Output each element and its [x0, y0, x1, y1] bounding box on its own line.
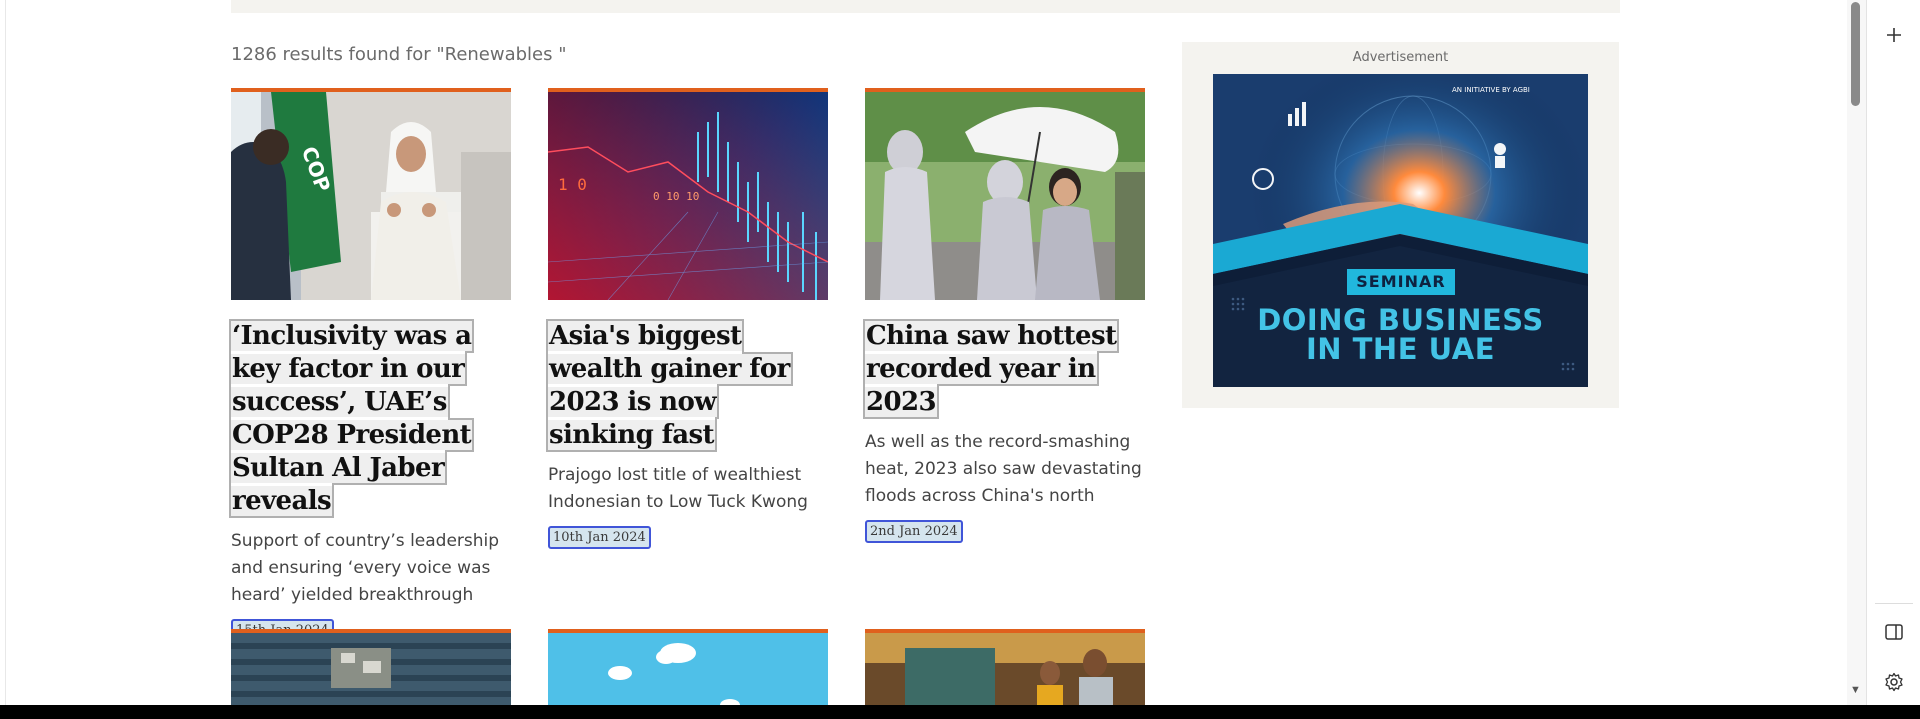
vertical-scrollbar[interactable]: ▼	[1847, 0, 1866, 705]
article-thumbnail[interactable]	[865, 629, 1145, 705]
scroll-down-arrow-icon[interactable]: ▼	[1850, 684, 1861, 696]
page-viewport: 1286 results found for "Renewables " COP	[0, 0, 1920, 705]
article-thumbnail[interactable]: COP	[231, 88, 511, 300]
article-thumbnail[interactable]	[231, 629, 511, 705]
advertisement-seminar-tag: SEMINAR	[1347, 269, 1455, 295]
article-headline[interactable]: ‘Inclusivity was a key factor in our suc…	[228, 319, 511, 518]
scrollbar-thumb[interactable]	[1851, 2, 1860, 106]
article-headline[interactable]: China saw hottest recorded year in 2023	[862, 319, 1145, 419]
article-date: 10th Jan 2024	[548, 526, 651, 549]
advertisement-label: Advertisement	[1352, 50, 1449, 65]
article-headline[interactable]: Asia's biggest wealth gainer for 2023 is…	[546, 319, 828, 452]
side-panel-divider	[1875, 603, 1913, 604]
svg-text:1 0: 1 0	[558, 175, 587, 194]
search-header-strip	[231, 0, 1620, 13]
article-thumbnail[interactable]: 1 0 0 10 10	[548, 88, 828, 300]
left-window-edge	[0, 0, 6, 705]
split-view-icon[interactable]	[1881, 619, 1907, 645]
article-description: Prajogo lost title of wealthiest Indones…	[548, 465, 808, 512]
settings-gear-icon[interactable]	[1881, 669, 1907, 695]
results-count-text: 1286 results found for "Renewables "	[231, 44, 567, 65]
plus-icon[interactable]	[1881, 22, 1907, 48]
advertisement-banner[interactable]: AN INITIATIVE BY AGBI SEMINAR DOING BUSI…	[1213, 74, 1588, 387]
advertisement-box: Advertisement AN INITIATIVE BY AGBI SEMI…	[1182, 42, 1619, 408]
article-thumbnail[interactable]	[865, 88, 1145, 300]
advertisement-headline-line: IN THE UAE	[1305, 332, 1496, 366]
svg-text:0 10 10: 0 10 10	[653, 190, 699, 203]
article-date: 2nd Jan 2024	[865, 520, 963, 543]
article-description: As well as the record-smashing heat, 202…	[865, 432, 1142, 506]
advertisement-headline-line: DOING BUSINESS	[1257, 303, 1544, 337]
advertisement-headline: DOING BUSINESS IN THE UAE	[1213, 306, 1588, 364]
browser-side-panel	[1866, 0, 1920, 705]
advertisement-initiative-text: AN INITIATIVE BY AGBI	[1452, 86, 1530, 94]
article-card[interactable]: COP ‘Inclusivity was a key factor in our…	[228, 88, 511, 642]
article-thumbnail[interactable]	[548, 629, 828, 705]
article-card[interactable]: China saw hottest recorded year in 2023 …	[862, 88, 1145, 543]
article-card[interactable]: 1 0 0 10 10 Asia's biggest wealth gainer…	[546, 88, 828, 549]
article-description: Support of country’s leadership and ensu…	[231, 531, 500, 605]
